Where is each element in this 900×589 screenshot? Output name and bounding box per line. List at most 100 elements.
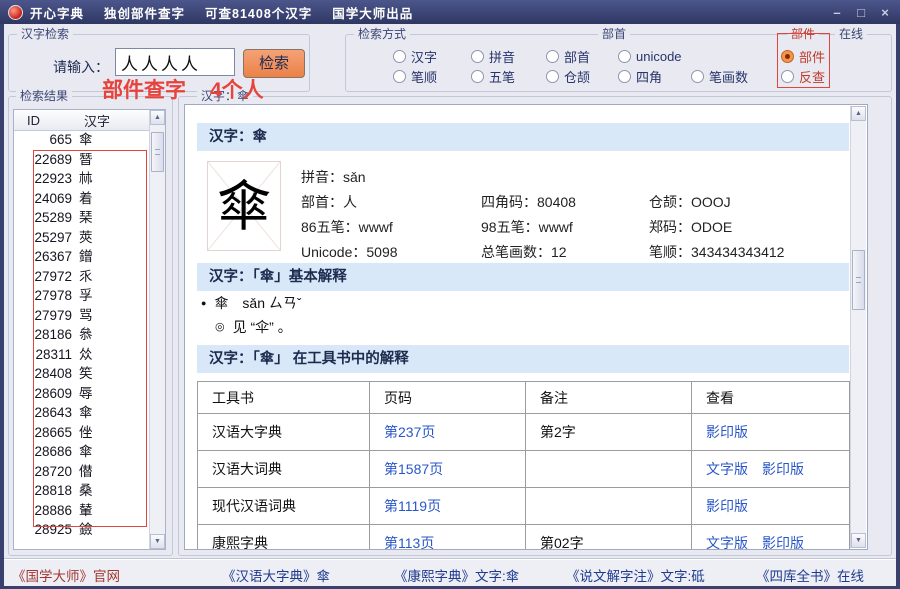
field-label: 笔顺: [649, 244, 691, 260]
scrollbar-thumb[interactable]: [151, 132, 164, 172]
result-char: 琹: [79, 208, 93, 228]
list-item[interactable]: 28720僣: [14, 462, 149, 482]
status-link[interactable]: 《康熙字典》文字:傘: [394, 565, 519, 585]
result-char: 辱: [79, 384, 93, 404]
list-item[interactable]: 28886 輦: [14, 501, 149, 521]
note-cell: [526, 451, 692, 488]
list-item[interactable]: 28186叅: [14, 325, 149, 345]
search-group-label: 汉字检索: [17, 28, 73, 41]
radio-option[interactable]: 四角: [618, 68, 662, 84]
result-id: 28886: [14, 501, 72, 521]
radio-circle-icon[interactable]: [546, 70, 559, 83]
list-item[interactable]: 22923𣏟: [14, 169, 149, 189]
radio-circle-icon[interactable]: [546, 50, 559, 63]
definition-text: 傘 sǎn ㄙㄢˇ: [214, 295, 301, 311]
radio-option[interactable]: 部件: [781, 48, 825, 64]
radio-circle-icon[interactable]: [393, 70, 406, 83]
list-item[interactable]: 26367鏳: [14, 247, 149, 267]
field: 总笔画数12: [481, 242, 567, 262]
radio-circle-icon[interactable]: [781, 70, 794, 83]
definition-text: 见 “伞” 。: [233, 319, 292, 335]
list-item[interactable]: 28643傘: [14, 403, 149, 423]
page-link[interactable]: 第1587页: [384, 461, 443, 477]
view-link[interactable]: 文字版: [706, 461, 748, 477]
page-link[interactable]: 第237页: [384, 424, 435, 440]
scroll-up-button[interactable]: ▲: [851, 106, 866, 121]
list-item[interactable]: 25289琹: [14, 208, 149, 228]
close-button[interactable]: ×: [878, 5, 892, 20]
radio-option[interactable]: unicode: [618, 48, 682, 64]
list-item[interactable]: 665傘: [14, 130, 149, 150]
field-value: 人: [343, 194, 357, 210]
list-item[interactable]: 28609辱: [14, 384, 149, 404]
bullet-icon: ●: [201, 298, 206, 308]
field: 郑码ODOE: [649, 217, 732, 237]
result-char: 輦: [79, 501, 93, 521]
page-link[interactable]: 第113页: [384, 535, 434, 550]
radio-label: 拼音: [489, 47, 515, 66]
radio-circle-icon[interactable]: [618, 50, 631, 63]
list-item[interactable]: 28925鐱: [14, 520, 149, 540]
list-item[interactable]: 28686傘: [14, 442, 149, 462]
view-link[interactable]: 影印版: [706, 424, 748, 440]
list-item[interactable]: 22689朁: [14, 150, 149, 170]
page-cell: 第1587页: [370, 451, 526, 488]
annotation-method: 部件查字: [102, 79, 186, 102]
list-item[interactable]: 28818桑: [14, 481, 149, 501]
minimize-button[interactable]: –: [830, 5, 844, 20]
radio-circle-icon[interactable]: [471, 50, 484, 63]
result-char: 傘: [79, 130, 93, 150]
search-mode-groupbox: 检索方式 部首 部件 在线 汉字笔顺拼音五笔部首仓颉unicode四角笔画数部件…: [345, 34, 892, 92]
app-subtitle-feature: 独创部件查字: [104, 3, 185, 22]
maximize-button[interactable]: □: [854, 5, 868, 20]
radio-label: 仓颉: [564, 67, 590, 86]
list-item[interactable]: 25297莢: [14, 228, 149, 248]
scroll-up-button[interactable]: ▲: [150, 110, 165, 125]
character-search-input[interactable]: [115, 48, 235, 76]
radio-option[interactable]: 五笔: [471, 68, 515, 84]
section-header-character: 汉字：傘: [197, 123, 849, 151]
list-item[interactable]: 24069着: [14, 189, 149, 209]
status-link[interactable]: 《汉语大字典》傘: [222, 565, 330, 585]
radio-circle-icon[interactable]: [691, 70, 704, 83]
book-name-cell: 汉语大字典: [198, 414, 370, 451]
table-column-header: 工具书: [198, 382, 370, 414]
list-item[interactable]: 28665侳: [14, 423, 149, 443]
radio-label: 反查: [799, 67, 825, 86]
radio-option[interactable]: 汉字: [393, 48, 437, 64]
page-link[interactable]: 第1119页: [384, 498, 441, 514]
detail-scrollbar[interactable]: ▲ ▼: [850, 106, 866, 548]
field: 部首人: [301, 192, 357, 212]
view-cell: 影印版: [692, 414, 850, 451]
status-link[interactable]: 《国学大师》官网: [12, 565, 120, 585]
result-char: 侳: [79, 423, 93, 443]
list-item[interactable]: 27978孚: [14, 286, 149, 306]
radio-option[interactable]: 拼音: [471, 48, 515, 64]
view-link[interactable]: 影印版: [762, 535, 804, 550]
status-link[interactable]: 《四库全书》在线: [756, 565, 864, 585]
radio-option[interactable]: 仓颉: [546, 68, 590, 84]
list-item[interactable]: 28408笶: [14, 364, 149, 384]
table-row: 康熙字典第113页第02字文字版影印版: [198, 525, 850, 551]
results-scrollbar[interactable]: ▲ ▼: [149, 110, 165, 549]
field-label: 98五笔: [481, 219, 539, 235]
radio-option[interactable]: 笔画数: [691, 68, 748, 84]
radio-option[interactable]: 部首: [546, 48, 590, 64]
radio-circle-icon[interactable]: [781, 50, 794, 63]
list-item[interactable]: 27972乑: [14, 267, 149, 287]
radio-circle-icon[interactable]: [471, 70, 484, 83]
scroll-down-button[interactable]: ▼: [851, 533, 866, 548]
radio-option[interactable]: 笔顺: [393, 68, 437, 84]
list-item[interactable]: 27979骂: [14, 306, 149, 326]
view-link[interactable]: 文字版: [706, 535, 748, 550]
scroll-down-button[interactable]: ▼: [150, 534, 165, 549]
result-char: 笶: [79, 364, 93, 384]
radio-circle-icon[interactable]: [618, 70, 631, 83]
scrollbar-thumb[interactable]: [852, 250, 865, 310]
radio-circle-icon[interactable]: [393, 50, 406, 63]
list-item[interactable]: 28311𠈌: [14, 345, 149, 365]
radio-option[interactable]: 反查: [781, 68, 825, 84]
view-link[interactable]: 影印版: [706, 498, 748, 514]
status-link[interactable]: 《说文解字注》文字:砥: [566, 565, 705, 585]
view-link[interactable]: 影印版: [762, 461, 804, 477]
